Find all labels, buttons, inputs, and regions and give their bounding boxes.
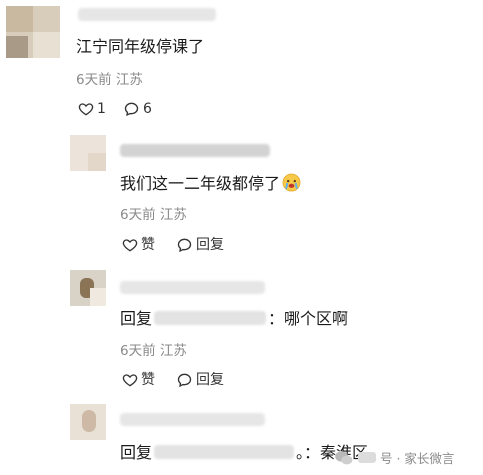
avatar[interactable] <box>6 6 60 58</box>
comment-text: 我们这一二年级都停了 <box>120 173 301 197</box>
reply-button[interactable]: 6 <box>123 100 152 118</box>
like-label: 赞 <box>141 372 155 388</box>
like-label: 赞 <box>141 237 155 253</box>
mentioned-user[interactable] <box>154 445 295 459</box>
mentioned-user[interactable] <box>154 311 267 325</box>
avatar[interactable] <box>70 270 106 306</box>
like-button[interactable]: 赞 <box>122 371 155 389</box>
heart-icon <box>122 374 138 387</box>
crying-face-emoji-icon <box>282 173 301 197</box>
wechat-logo-icon <box>335 450 353 464</box>
heart-icon <box>78 103 94 116</box>
comment-text: 江宁同年级停课了 <box>76 37 205 56</box>
comment-bubble-icon <box>177 238 192 253</box>
avatar[interactable] <box>70 404 106 440</box>
like-count: 1 <box>97 101 106 117</box>
like-button[interactable]: 1 <box>78 100 106 118</box>
username[interactable] <box>120 413 265 426</box>
reply-prefix: 回复 <box>120 309 153 328</box>
heart-icon <box>122 239 138 252</box>
comment-meta: 6天前 江苏 <box>120 207 187 223</box>
watermark-text: 号 · 家长微言 <box>380 451 455 466</box>
comment-bubble-icon <box>124 102 139 117</box>
reply-button[interactable]: 回复 <box>176 371 224 389</box>
reply-button[interactable]: 回复 <box>176 236 224 254</box>
reply-label: 回复 <box>196 372 224 388</box>
reply-text: 回复 。：秦淮区 <box>120 443 369 462</box>
like-button[interactable]: 赞 <box>122 236 155 254</box>
reply-prefix: 回复 <box>120 443 153 462</box>
reply-count: 6 <box>143 101 152 117</box>
comment-bubble-icon <box>177 373 192 388</box>
username[interactable] <box>78 8 216 21</box>
avatar[interactable] <box>70 135 106 171</box>
username[interactable] <box>120 144 270 157</box>
comment-meta: 6天前 江苏 <box>120 343 187 359</box>
reply-text: 回复 ：哪个区啊 <box>120 309 349 328</box>
comment-meta: 6天前 江苏 <box>76 72 143 88</box>
username[interactable] <box>120 281 265 294</box>
watermark: 号 · 家长微言 <box>334 448 454 467</box>
reply-label: 回复 <box>196 237 224 253</box>
